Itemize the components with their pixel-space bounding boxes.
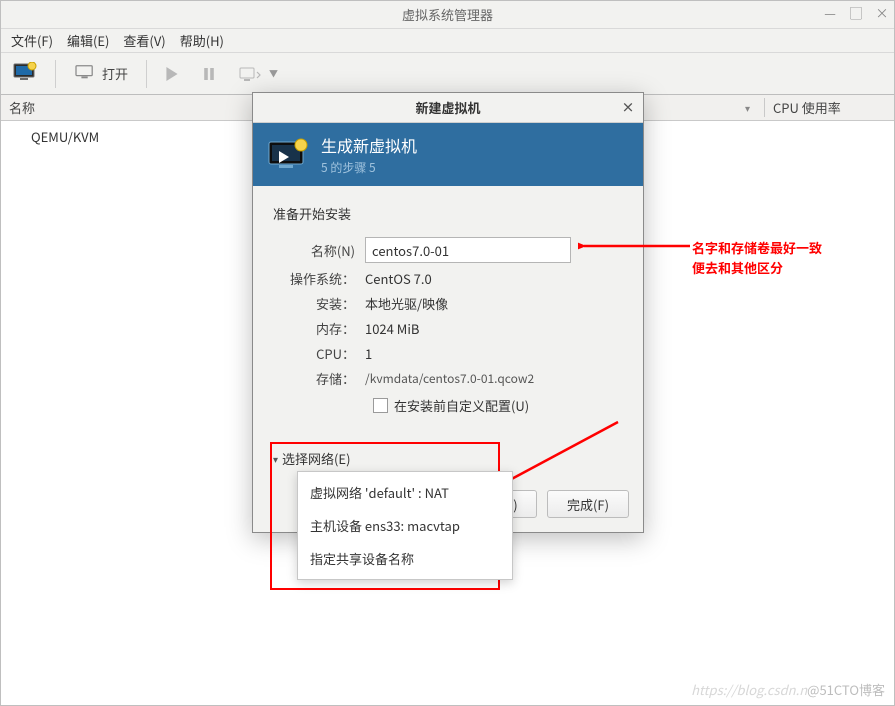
row-os: 操作系统： CentOS 7.0 (269, 269, 627, 288)
dialog-titlebar: 新建虚拟机 × (253, 93, 643, 123)
dialog-title: 新建虚拟机 (415, 98, 480, 117)
row-cpu: CPU： 1 (269, 344, 627, 363)
dialog-layer: 新建虚拟机 × 生成新虚拟机 5 的步骤 5 准备开始安装 名称(N) 操作系统… (0, 0, 895, 706)
banner-step: 5 的步骤 5 (321, 159, 417, 176)
caret-down-icon: ▾ (273, 451, 278, 466)
annotation-text: 名字和存储卷最好一致 便去和其他区分 (692, 238, 822, 277)
row-install: 安装： 本地光驱/映像 (269, 294, 627, 313)
watermark: https://blog.csdn.n@51CTO博客 (691, 680, 885, 700)
section-heading: 准备开始安装 (273, 204, 627, 223)
network-option[interactable]: 虚拟网络 'default' : NAT (298, 476, 512, 509)
memory-value: 1024 MiB (365, 319, 419, 338)
customize-label: 在安装前自定义配置(U) (394, 396, 529, 415)
network-option[interactable]: 主机设备 ens33: macvtap (298, 509, 512, 542)
new-vm-dialog: 新建虚拟机 × 生成新虚拟机 5 的步骤 5 准备开始安装 名称(N) 操作系统… (252, 92, 644, 533)
vm-banner-icon (267, 137, 309, 173)
install-label: 安装： (269, 294, 365, 313)
row-storage: 存储： /kvmdata/centos7.0-01.qcow2 (269, 369, 627, 388)
os-value: CentOS 7.0 (365, 269, 432, 288)
network-section: ▾ 选择网络(E) 虚拟网络 'default' : NAT 主机设备 ens3… (273, 449, 627, 468)
network-dropdown[interactable]: 虚拟网络 'default' : NAT 主机设备 ens33: macvtap… (297, 471, 513, 580)
row-customize: 在安装前自定义配置(U) (373, 396, 627, 415)
network-expander-label: 选择网络(E) (282, 449, 350, 468)
banner-heading: 生成新虚拟机 (321, 133, 417, 157)
banner-text: 生成新虚拟机 5 的步骤 5 (321, 133, 417, 176)
os-label: 操作系统： (269, 269, 365, 288)
network-option[interactable]: 指定共享设备名称 (298, 542, 512, 575)
name-input[interactable] (365, 237, 571, 263)
install-value: 本地光驱/映像 (365, 294, 448, 313)
annotation-line: 便去和其他区分 (692, 258, 822, 278)
finish-button[interactable]: 完成(F) (547, 490, 629, 518)
name-label: 名称(N) (269, 241, 365, 260)
watermark-faded: https://blog.csdn.n (691, 680, 807, 699)
dialog-body: 准备开始安装 名称(N) 操作系统： CentOS 7.0 安装： 本地光驱/映… (253, 186, 643, 482)
storage-label: 存储： (269, 369, 365, 388)
memory-label: 内存： (269, 319, 365, 338)
annotation-line: 名字和存储卷最好一致 (692, 238, 822, 258)
cpu-label: CPU： (269, 344, 365, 363)
row-name: 名称(N) (269, 237, 627, 263)
storage-value: /kvmdata/centos7.0-01.qcow2 (365, 370, 534, 387)
network-expander[interactable]: ▾ 选择网络(E) (273, 449, 627, 468)
dialog-banner: 生成新虚拟机 5 的步骤 5 (253, 123, 643, 186)
customize-checkbox[interactable] (373, 398, 388, 413)
watermark-main: @51CTO博客 (807, 680, 885, 699)
row-memory: 内存： 1024 MiB (269, 319, 627, 338)
cpu-value: 1 (365, 344, 372, 363)
dialog-close-button[interactable]: × (619, 98, 637, 116)
